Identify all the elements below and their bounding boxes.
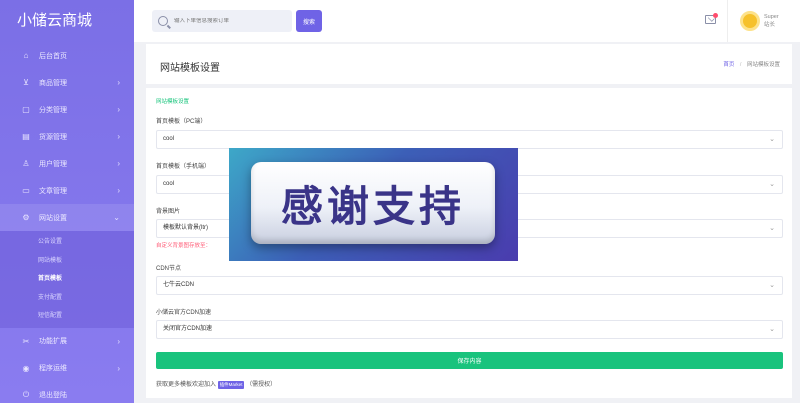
page-header: 网站模板设置 首页 / 网站模板设置: [146, 44, 792, 84]
footer-text: 获取更多模板欢迎加入: [156, 382, 217, 388]
avatar[interactable]: [740, 11, 760, 31]
sidebar-item-label: 分类管理: [39, 106, 67, 114]
sidebar-item-label: 商品管理: [39, 79, 67, 87]
sidebar-menu: ⌂ 后台首页 ⊻ 商品管理 › ▢ 分类管理 › ▤ 货源管理 › ♙ 用户管理…: [0, 42, 134, 403]
user-info[interactable]: Super 站长: [764, 13, 794, 29]
app-logo[interactable]: 小储云商城: [0, 0, 134, 42]
submenu-item-payment[interactable]: 支付配置: [0, 289, 134, 308]
sidebar-item-home[interactable]: ⌂ 后台首页: [0, 42, 134, 69]
save-button[interactable]: 保存内容: [156, 352, 783, 369]
chevron-right-icon: ›: [117, 159, 120, 168]
thanks-banner-button: 感谢支持: [251, 162, 495, 244]
sidebar-item-users[interactable]: ♙ 用户管理 ›: [0, 150, 134, 177]
select-value: cool: [163, 136, 175, 142]
official-cdn-select[interactable]: 关闭官方CDN加速 ⌄: [156, 320, 783, 339]
user-name: Super: [764, 14, 779, 20]
article-icon: ▭: [22, 186, 30, 195]
sidebar-item-label: 功能扩展: [39, 338, 67, 345]
submenu-item-site-template[interactable]: 网站模板: [0, 252, 134, 271]
sidebar-submenu: 公告设置 网站模板 首页模板 支付配置 短信配置: [0, 231, 134, 328]
sidebar-item-label: 退出登陆: [39, 392, 67, 399]
select-value: 关闭官方CDN加速: [163, 326, 212, 332]
chevron-down-icon: ⌄: [769, 225, 775, 232]
power-icon: ⏻: [22, 390, 30, 399]
submenu-item-home-template[interactable]: 首页模板: [0, 270, 134, 289]
chevron-right-icon: ›: [117, 105, 120, 114]
cdn-label: CDN节点: [156, 266, 181, 272]
submenu-item-notice[interactable]: 公告设置: [0, 233, 134, 252]
mobile-template-label: 首页模板（手机端）: [156, 164, 211, 170]
cdn-select[interactable]: 七牛云CDN ⌄: [156, 276, 783, 295]
sidebar-item-categories[interactable]: ▢ 分类管理 ›: [0, 96, 134, 123]
section-title: 网站模板设置: [156, 99, 190, 105]
search-icon: [158, 16, 168, 26]
ops-icon: ◉: [22, 363, 30, 373]
chevron-down-icon: ⌄: [769, 136, 775, 143]
market-link[interactable]: 插件Market: [217, 381, 245, 389]
chevron-down-icon: ⌄: [769, 326, 775, 333]
sidebar-item-label: 网站设置: [39, 214, 67, 222]
sidebar-item-label: 后台首页: [39, 52, 67, 60]
chevron-right-icon: ›: [117, 336, 120, 346]
notification-dot: [713, 13, 718, 18]
sidebar-item-label: 用户管理: [39, 160, 67, 168]
select-value: 七牛云CDN: [163, 282, 194, 288]
pc-template-select[interactable]: cool ⌄: [156, 130, 783, 149]
breadcrumb: 首页 / 网站模板设置: [723, 60, 780, 68]
background-hint: 自定义背景图存放至：: [156, 243, 212, 249]
select-value: 模板默认背景(ltr): [163, 225, 208, 231]
divider: [727, 0, 728, 42]
chevron-down-icon: ⌄: [769, 181, 775, 188]
search-input[interactable]: [174, 18, 284, 24]
chevron-down-icon: ⌄: [769, 282, 775, 289]
chevron-right-icon: ›: [117, 186, 120, 195]
select-value: cool: [163, 181, 175, 187]
sidebar-item-label: 程序运维: [39, 365, 67, 372]
sidebar-item-articles[interactable]: ▭ 文章管理 ›: [0, 177, 134, 204]
topbar: 搜索 Super 站长: [134, 0, 800, 42]
pc-template-label: 首页模板（PC端）: [156, 119, 207, 125]
sidebar-item-site-settings[interactable]: ⚙ 网站设置 ⌄: [0, 204, 134, 231]
chevron-right-icon: ›: [117, 363, 120, 373]
chevron-right-icon: ›: [117, 132, 120, 141]
footer-note: 获取更多模板欢迎加入 插件Market （需授权）: [156, 379, 276, 389]
mail-icon[interactable]: [705, 13, 718, 24]
breadcrumb-separator: /: [739, 62, 742, 68]
sidebar-item-products[interactable]: ⊻ 商品管理 ›: [0, 69, 134, 96]
gear-icon: ⚙: [22, 213, 30, 222]
submenu-item-sms[interactable]: 短信配置: [0, 307, 134, 326]
breadcrumb-current: 网站模板设置: [746, 62, 780, 68]
sidebar: 小储云商城 ⌂ 后台首页 ⊻ 商品管理 › ▢ 分类管理 › ▤ 货源管理 › …: [0, 0, 134, 403]
cart-icon: ⊻: [23, 78, 29, 87]
thanks-text: 感谢支持: [280, 184, 465, 231]
sidebar-item-extensions[interactable]: ✂ 功能扩展 ›: [0, 328, 134, 355]
sidebar-item-label: 货源管理: [39, 133, 67, 141]
extension-icon: ✂: [22, 336, 30, 346]
search-button[interactable]: 搜索: [296, 10, 322, 32]
category-icon: ▢: [22, 105, 30, 114]
breadcrumb-home[interactable]: 首页: [723, 62, 734, 68]
page-title: 网站模板设置: [160, 63, 220, 74]
sidebar-item-logout[interactable]: ⏻ 退出登陆: [0, 382, 134, 403]
sidebar-item-ops[interactable]: ◉ 程序运维 ›: [0, 355, 134, 382]
chevron-right-icon: ›: [117, 78, 120, 87]
orders-icon: ▤: [22, 132, 30, 141]
background-label: 背景图片: [156, 209, 181, 215]
user-role: 站长: [764, 22, 776, 28]
home-icon: ⌂: [23, 51, 29, 60]
official-cdn-label: 小储云官方CDN加速: [156, 310, 211, 316]
chevron-down-icon: ⌄: [113, 213, 120, 222]
user-icon: ♙: [22, 159, 30, 168]
sidebar-item-supply[interactable]: ▤ 货源管理 ›: [0, 123, 134, 150]
footer-suffix: （需授权）: [246, 382, 277, 388]
sidebar-item-label: 文章管理: [39, 187, 67, 195]
search-box: [152, 10, 292, 32]
thanks-banner: 感谢支持: [229, 148, 518, 261]
